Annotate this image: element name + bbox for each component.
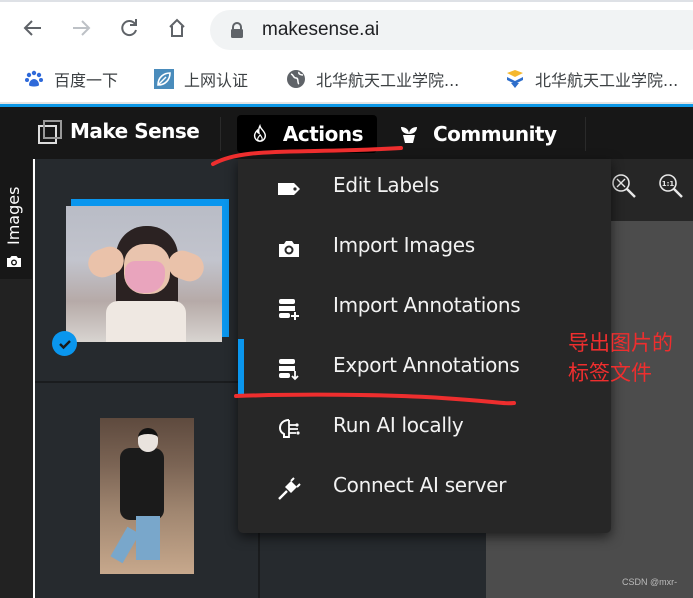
brand-name: Make Sense <box>70 119 200 143</box>
nav-community-button[interactable]: Community <box>385 115 571 153</box>
bookmark-label: 北华航天工业学院... <box>535 71 679 90</box>
nav-actions-button[interactable]: Actions <box>237 115 377 153</box>
menu-item-export-annotations[interactable]: Export Annotations <box>238 339 611 399</box>
home-button[interactable] <box>164 15 190 41</box>
nav-community-label: Community <box>433 122 557 146</box>
school-logo-icon <box>507 70 523 88</box>
zoom-fit-icon[interactable] <box>611 173 637 201</box>
tag-icon <box>278 183 300 195</box>
images-tab-label: Images <box>4 186 23 245</box>
checkmark-icon <box>52 331 77 356</box>
brand[interactable]: Make Sense <box>38 119 200 144</box>
flame-icon <box>253 124 267 142</box>
browser-toolbar: makesense.ai <box>0 2 693 56</box>
nav-actions-label: Actions <box>282 122 364 146</box>
url-text[interactable]: makesense.ai <box>262 19 379 41</box>
plant-icon <box>401 127 417 143</box>
camera-icon <box>279 241 299 257</box>
menu-item-connect-ai-server[interactable]: Connect AI server <box>238 459 611 519</box>
image-thumbnail-person-walking[interactable] <box>100 418 194 574</box>
app-top-navigation: Make Sense Actions Community <box>0 107 693 159</box>
bookmark-school-2[interactable]: 北华航天工业学院... <box>505 68 678 90</box>
menu-item-edit-labels[interactable]: Edit Labels <box>238 159 611 219</box>
nav-separator <box>220 117 221 151</box>
active-item-marker <box>238 339 244 395</box>
zoom-actual-size-icon[interactable]: 1:1 <box>658 173 684 201</box>
plug-icon <box>278 477 301 500</box>
lock-icon <box>231 22 243 38</box>
bookmark-label: 百度一下 <box>54 71 119 90</box>
arrow-left-icon <box>23 20 41 36</box>
globe-icon <box>287 70 305 88</box>
forward-button[interactable] <box>68 15 94 41</box>
reload-button[interactable] <box>116 15 142 41</box>
database-download-icon <box>279 359 299 381</box>
back-button[interactable] <box>20 15 46 41</box>
nav-separator <box>585 117 586 151</box>
address-bar[interactable]: makesense.ai <box>210 10 693 50</box>
reload-icon <box>121 19 137 37</box>
baidu-paw-icon <box>25 70 43 87</box>
bookmark-network-auth[interactable]: 上网认证 <box>154 68 248 90</box>
menu-item-import-annotations[interactable]: Import Annotations <box>238 279 611 339</box>
editor-toolbar: 1:1 <box>611 159 693 221</box>
bookmarks-bar: 百度一下 上网认证 北华航天工业学院... 北华航天工业学院... <box>0 58 693 102</box>
make-sense-logo-icon <box>38 120 62 144</box>
arrow-right-icon <box>73 20 91 36</box>
leaf-icon <box>154 69 174 89</box>
database-plus-icon <box>279 299 299 320</box>
bookmark-baidu[interactable]: 百度一下 <box>24 68 118 90</box>
bookmark-school-1[interactable]: 北华航天工业学院... <box>286 68 459 90</box>
annotation-note: 导出图片的标签文件 <box>568 331 673 385</box>
camera-icon <box>6 256 21 267</box>
home-icon <box>169 18 185 37</box>
menu-item-run-ai-locally[interactable]: Run AI locally <box>238 399 611 459</box>
menu-item-import-images[interactable]: Import Images <box>238 219 611 279</box>
image-thumbnail-girl-with-mask[interactable] <box>66 206 222 342</box>
actions-dropdown-menu: Edit Labels Import Images Import Annotat… <box>238 159 611 533</box>
svg-text:1:1: 1:1 <box>662 180 675 188</box>
watermark: CSDN @mxr- <box>622 577 678 587</box>
ai-brain-icon <box>278 419 300 438</box>
bookmark-label: 上网认证 <box>184 71 249 90</box>
images-side-tab[interactable]: Images <box>0 159 32 279</box>
bookmark-label: 北华航天工业学院... <box>316 71 460 90</box>
